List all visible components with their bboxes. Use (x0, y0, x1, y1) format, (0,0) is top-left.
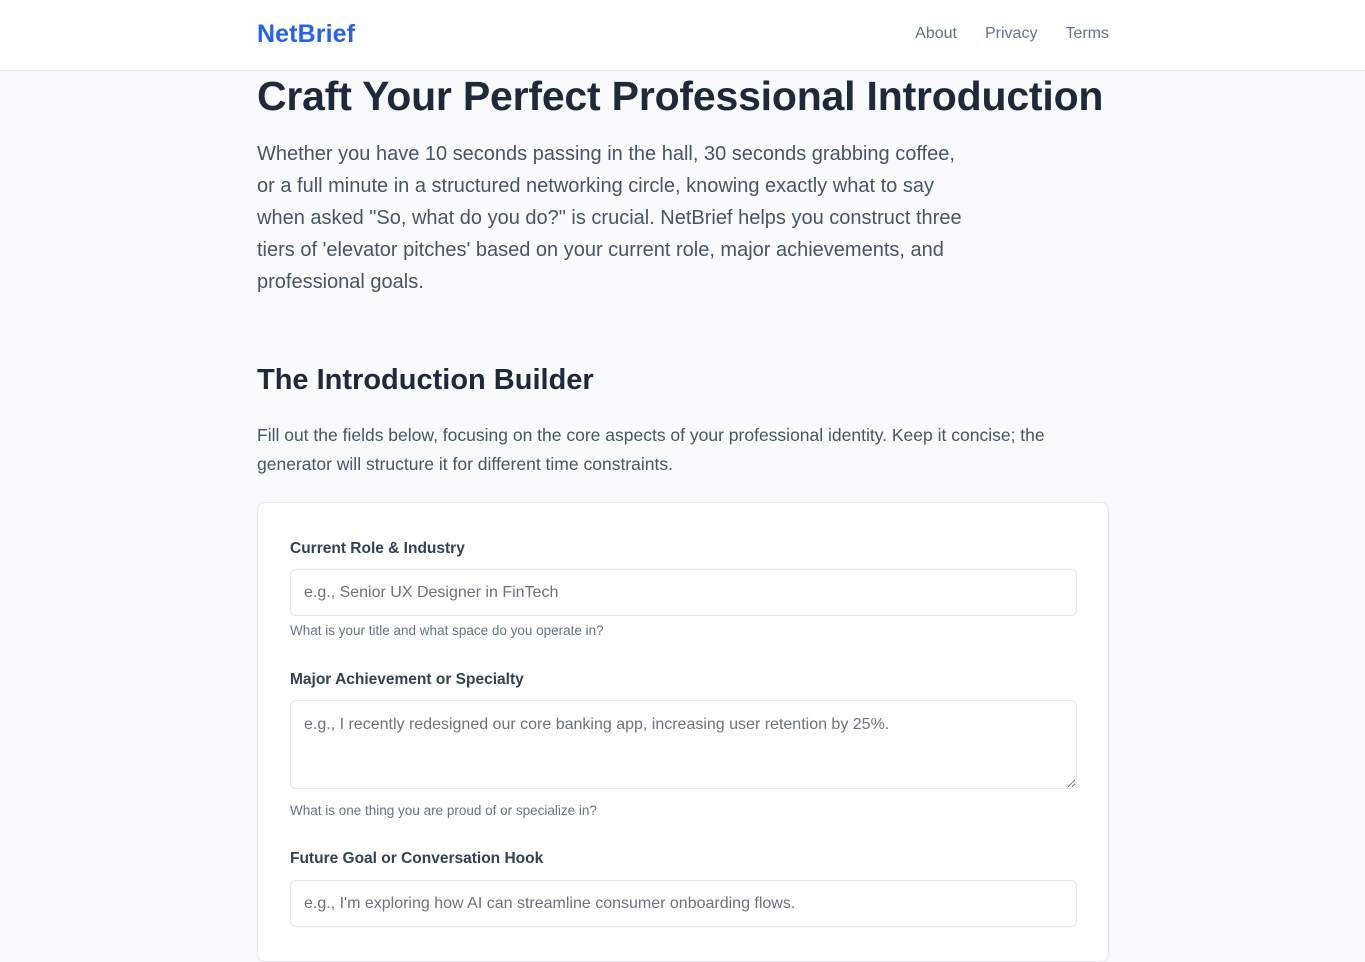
builder-description: Fill out the fields below, focusing on t… (257, 425, 1045, 474)
nav-link-terms[interactable]: Terms (1065, 25, 1109, 43)
hero-description: Whether you have 10 seconds passing in t… (257, 143, 962, 293)
nav-link-privacy[interactable]: Privacy (985, 25, 1037, 43)
main-nav: About Privacy Terms (915, 25, 1109, 43)
top-navigation-bar: NetBrief About Privacy Terms (0, 0, 1365, 71)
brand-logo-link[interactable]: NetBrief (257, 20, 355, 49)
future-goal-input[interactable] (290, 880, 1077, 927)
role-industry-hint: What is your title and what space do you… (290, 623, 604, 638)
section-title-builder: The Introduction Builder (257, 364, 594, 396)
nav-link-about[interactable]: About (915, 25, 957, 43)
role-industry-input[interactable] (290, 569, 1077, 616)
achievement-hint: What is one thing you are proud of or sp… (290, 803, 597, 818)
achievement-label: Major Achievement or Specialty (290, 671, 524, 688)
achievement-textarea[interactable] (290, 700, 1077, 789)
role-industry-label: Current Role & Industry (290, 540, 465, 557)
page-title: Craft Your Perfect Professional Introduc… (257, 73, 1104, 119)
introduction-form-card: Current Role & Industry What is your tit… (257, 502, 1109, 962)
future-goal-label: Future Goal or Conversation Hook (290, 850, 544, 867)
